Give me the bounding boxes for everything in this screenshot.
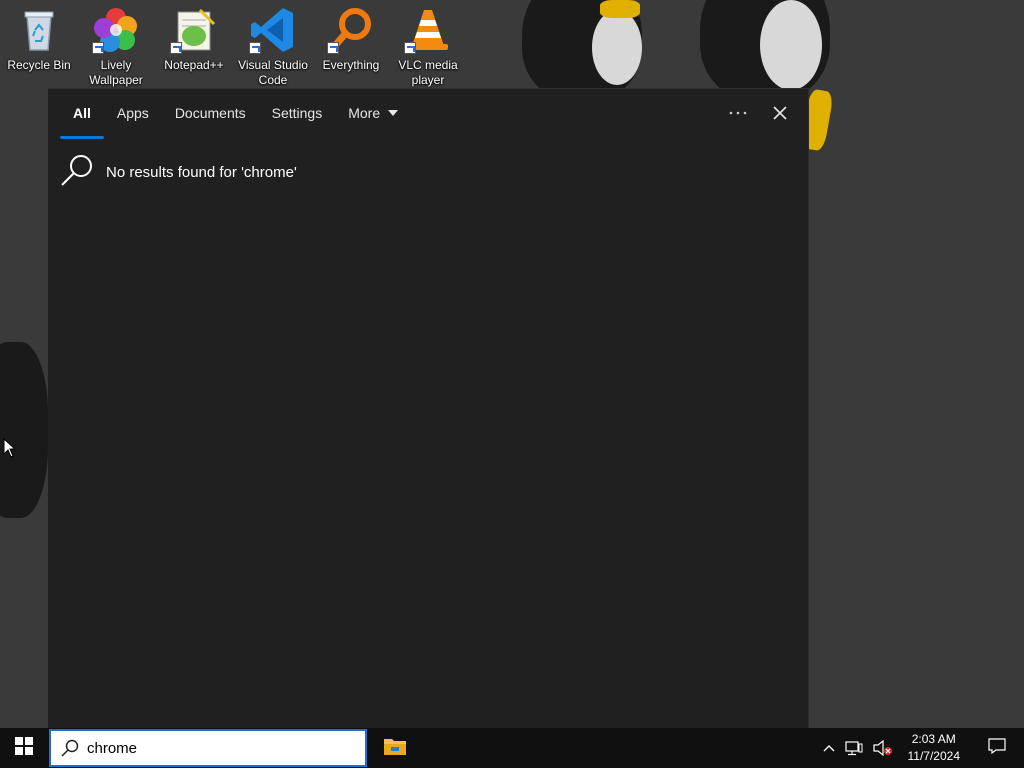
tab-apps[interactable]: Apps [104, 89, 162, 137]
volume-muted-icon[interactable] [868, 728, 898, 768]
tab-label: Apps [116, 105, 149, 121]
recycle-bin-icon [15, 6, 63, 54]
mouse-cursor-icon [3, 437, 17, 463]
windows-logo-icon [15, 736, 33, 760]
vlc-icon [404, 6, 452, 54]
search-icon [60, 153, 94, 192]
taskbar-file-explorer[interactable] [372, 728, 418, 768]
shortcut-arrow-icon [170, 42, 182, 54]
vscode-icon [249, 6, 297, 54]
notepadpp-icon [170, 6, 218, 54]
desktop-icon-label: Everything [322, 58, 380, 72]
tab-all[interactable]: All [60, 89, 104, 139]
desktop-icon-label: Recycle Bin [7, 58, 71, 72]
panel-actions [728, 101, 790, 125]
desktop-icon-vscode[interactable]: Visual Studio Code [235, 6, 311, 88]
chevron-down-icon [388, 110, 399, 116]
wallpaper-penguin-left-belly [592, 10, 642, 85]
tab-documents[interactable]: Documents [162, 89, 259, 137]
shortcut-arrow-icon [92, 42, 104, 54]
file-explorer-icon [383, 736, 407, 761]
everything-icon [327, 6, 375, 54]
tab-label: Settings [271, 105, 323, 121]
taskbar-search-box[interactable] [49, 729, 367, 767]
desktop-icon-everything[interactable]: Everything [313, 6, 389, 73]
system-tray: 2:03 AM 11/7/2024 [818, 728, 1024, 768]
tab-label: All [73, 105, 91, 121]
search-icon [61, 739, 79, 757]
lively-wallpaper-icon [92, 6, 140, 54]
search-input[interactable] [85, 738, 349, 758]
wallpaper-penguin-right-belly [760, 0, 822, 90]
desktop-icon-label: Lively Wallpaper [89, 58, 143, 87]
tab-more[interactable]: More [335, 89, 411, 137]
ellipsis-icon[interactable] [728, 101, 748, 125]
start-button[interactable] [0, 728, 48, 768]
no-results-message: No results found for 'chrome' [60, 153, 297, 192]
tab-label: More [348, 105, 381, 121]
search-tabs: All Apps Documents Settings More [48, 89, 411, 139]
desktop-icon-recycle-bin[interactable]: Recycle Bin [1, 6, 77, 73]
desktop-icon-lively-wallpaper[interactable]: Lively Wallpaper [78, 6, 154, 88]
tab-label: Documents [174, 105, 246, 121]
wallpaper-penguin-side [0, 342, 48, 518]
desktop-icon-label: VLC media player [398, 58, 458, 87]
no-results-text: No results found for 'chrome' [106, 164, 297, 181]
desktop-icon-label: Notepad++ [164, 58, 224, 72]
desktop-icon-label: Visual Studio Code [238, 58, 308, 87]
action-center-button[interactable] [970, 728, 1024, 768]
shortcut-arrow-icon [327, 42, 339, 54]
wallpaper-penguin-left-beak [600, 0, 640, 18]
shortcut-arrow-icon [404, 42, 416, 54]
desktop-icon-notepadpp[interactable]: Notepad++ [156, 6, 232, 73]
clock-time: 2:03 AM [911, 732, 956, 746]
search-panel: All Apps Documents Settings More No resu… [48, 88, 809, 729]
network-icon[interactable] [840, 728, 868, 768]
taskbar: 2:03 AM 11/7/2024 [0, 728, 1024, 768]
desktop-icon-vlc[interactable]: VLC media player [390, 6, 466, 88]
show-hidden-icons-button[interactable] [818, 728, 840, 768]
close-icon[interactable] [770, 101, 790, 125]
clock-date: 11/7/2024 [907, 749, 961, 763]
notification-icon [988, 737, 1006, 759]
shortcut-arrow-icon [249, 42, 261, 54]
taskbar-clock[interactable]: 2:03 AM 11/7/2024 [898, 731, 971, 765]
tab-settings[interactable]: Settings [259, 89, 336, 137]
